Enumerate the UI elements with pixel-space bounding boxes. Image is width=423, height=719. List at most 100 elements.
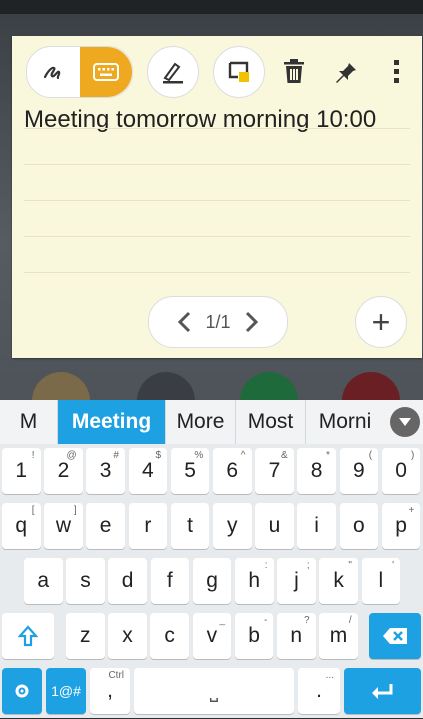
key-hint: & (281, 450, 288, 461)
key-1[interactable]: 1! (2, 448, 41, 494)
comma-key[interactable]: , Ctrl (90, 668, 130, 714)
key-u[interactable]: u (255, 503, 294, 549)
key-0[interactable]: 0) (381, 448, 421, 494)
key-3[interactable]: 3 # (86, 448, 125, 494)
key-label: s (80, 569, 91, 592)
key-9[interactable]: 9( (339, 448, 379, 494)
symbols-key[interactable]: 1@# (46, 668, 86, 714)
key-hint: ( (368, 450, 373, 461)
key-n[interactable]: n? (277, 613, 316, 659)
quick-memo-card: Meeting tomorrow morning 10:00 1/1 + (12, 36, 422, 358)
handwriting-mode-button[interactable] (27, 47, 79, 97)
line-divider (24, 236, 410, 237)
suggestion-item[interactable]: Most (236, 400, 306, 444)
key-k[interactable]: k " (319, 558, 358, 604)
gear-icon (15, 684, 29, 698)
key-p[interactable]: p + (381, 503, 421, 549)
key-g[interactable]: g (192, 558, 232, 604)
pin-button[interactable] (326, 48, 366, 94)
key-y[interactable]: y (213, 503, 252, 549)
key-hint: ! (31, 450, 35, 461)
key-x[interactable]: x (108, 613, 147, 659)
key-label: 3 (99, 459, 112, 482)
key-label: p (395, 514, 407, 537)
key-d[interactable]: d (108, 558, 147, 604)
key-m[interactable]: m / (319, 613, 358, 659)
key-hint: ) (410, 450, 415, 461)
key-hint: - (263, 615, 268, 626)
keyboard-mode-button[interactable] (80, 47, 132, 97)
key-a[interactable]: a (24, 558, 63, 604)
key-5[interactable]: 5% (170, 448, 210, 494)
chevron-right-icon[interactable] (245, 311, 259, 333)
backspace-key[interactable] (369, 613, 421, 659)
key-b[interactable]: b- (234, 613, 274, 659)
add-page-button[interactable]: + (355, 296, 407, 348)
note-text-area[interactable]: Meeting tomorrow morning 10:00 (24, 106, 376, 134)
key-label: 8 (310, 459, 323, 482)
key-r[interactable]: r (128, 503, 168, 549)
keyboard-icon (93, 63, 119, 81)
suggestion-item-active[interactable]: Meeting (58, 400, 166, 444)
key-e[interactable]: e (86, 503, 125, 549)
settings-key[interactable] (2, 668, 42, 714)
key-4[interactable]: 4 $ (128, 448, 168, 494)
key-hint: # (113, 450, 119, 461)
more-vert-icon (394, 60, 399, 83)
key-i[interactable]: i (297, 503, 336, 549)
key-hint: ' (392, 560, 395, 571)
key-6[interactable]: 6 ^ (213, 448, 252, 494)
page-navigator: 1/1 (148, 296, 288, 348)
period-hint: ... (325, 670, 334, 681)
keyboard-row: a s d f g h: j; k " l ' (0, 554, 423, 609)
key-label: 9 (353, 459, 365, 482)
key-label: y (227, 514, 238, 537)
key-hint: ] (73, 505, 77, 516)
key-l[interactable]: l ' (361, 558, 401, 604)
key-hint: ^ (240, 450, 246, 461)
space-key[interactable]: ⎵ (134, 668, 294, 714)
key-z[interactable]: z (66, 613, 105, 659)
key-f[interactable]: f (150, 558, 190, 604)
key-label: 2 (57, 459, 70, 482)
key-hint: _ (219, 615, 226, 626)
key-label: n (290, 624, 303, 647)
line-divider (24, 272, 410, 273)
key-s[interactable]: s (66, 558, 105, 604)
delete-button[interactable] (274, 48, 314, 94)
expand-suggestions-button[interactable] (390, 407, 420, 437)
more-options-button[interactable] (382, 48, 412, 94)
key-c[interactable]: c (150, 613, 189, 659)
key-label: x (122, 624, 133, 647)
background-color-button[interactable] (213, 46, 265, 98)
key-label: q (15, 514, 28, 537)
period-key[interactable]: . ... (298, 668, 340, 714)
page-indicator: 1/1 (205, 311, 231, 332)
shift-icon (18, 625, 38, 647)
key-hint: / (348, 615, 352, 626)
pin-icon (336, 61, 356, 83)
key-label: e (99, 514, 112, 537)
key-v[interactable]: v _ (192, 613, 232, 659)
key-hint: " (348, 560, 352, 571)
key-j[interactable]: j; (277, 558, 316, 604)
key-q[interactable]: q[ (2, 503, 41, 549)
enter-key[interactable] (344, 668, 421, 714)
key-o[interactable]: o (339, 503, 379, 549)
suggestion-item[interactable]: M (0, 400, 58, 444)
suggestion-item[interactable]: Morni (306, 400, 384, 444)
key-8[interactable]: 8 * (297, 448, 336, 494)
key-2[interactable]: 2 @ (44, 448, 83, 494)
key-h[interactable]: h: (235, 558, 274, 604)
key-label: c (164, 624, 175, 647)
shift-key[interactable] (2, 613, 54, 659)
key-t[interactable]: t (170, 503, 210, 549)
chevron-left-icon[interactable] (177, 311, 191, 333)
key-w[interactable]: w] (44, 503, 83, 549)
pen-style-button[interactable] (147, 46, 199, 98)
suggestion-item[interactable]: More (166, 400, 236, 444)
key-label: a (37, 569, 50, 592)
note-color-icon (228, 61, 249, 82)
key-label: r (144, 514, 152, 537)
key-7[interactable]: 7 & (255, 448, 294, 494)
